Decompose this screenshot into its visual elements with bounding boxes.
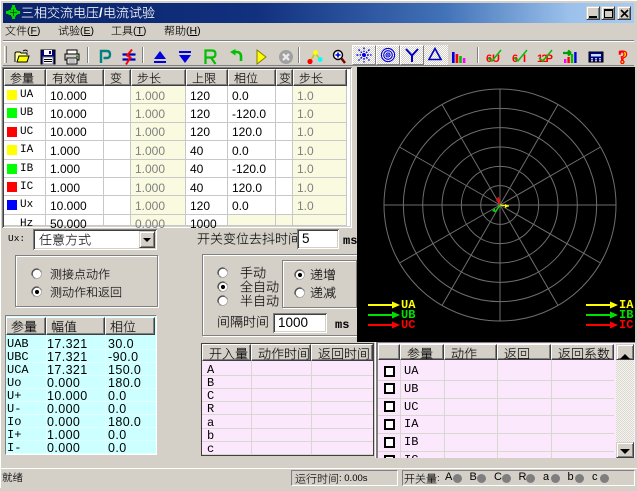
svg-text:?: ? [618, 49, 628, 65]
